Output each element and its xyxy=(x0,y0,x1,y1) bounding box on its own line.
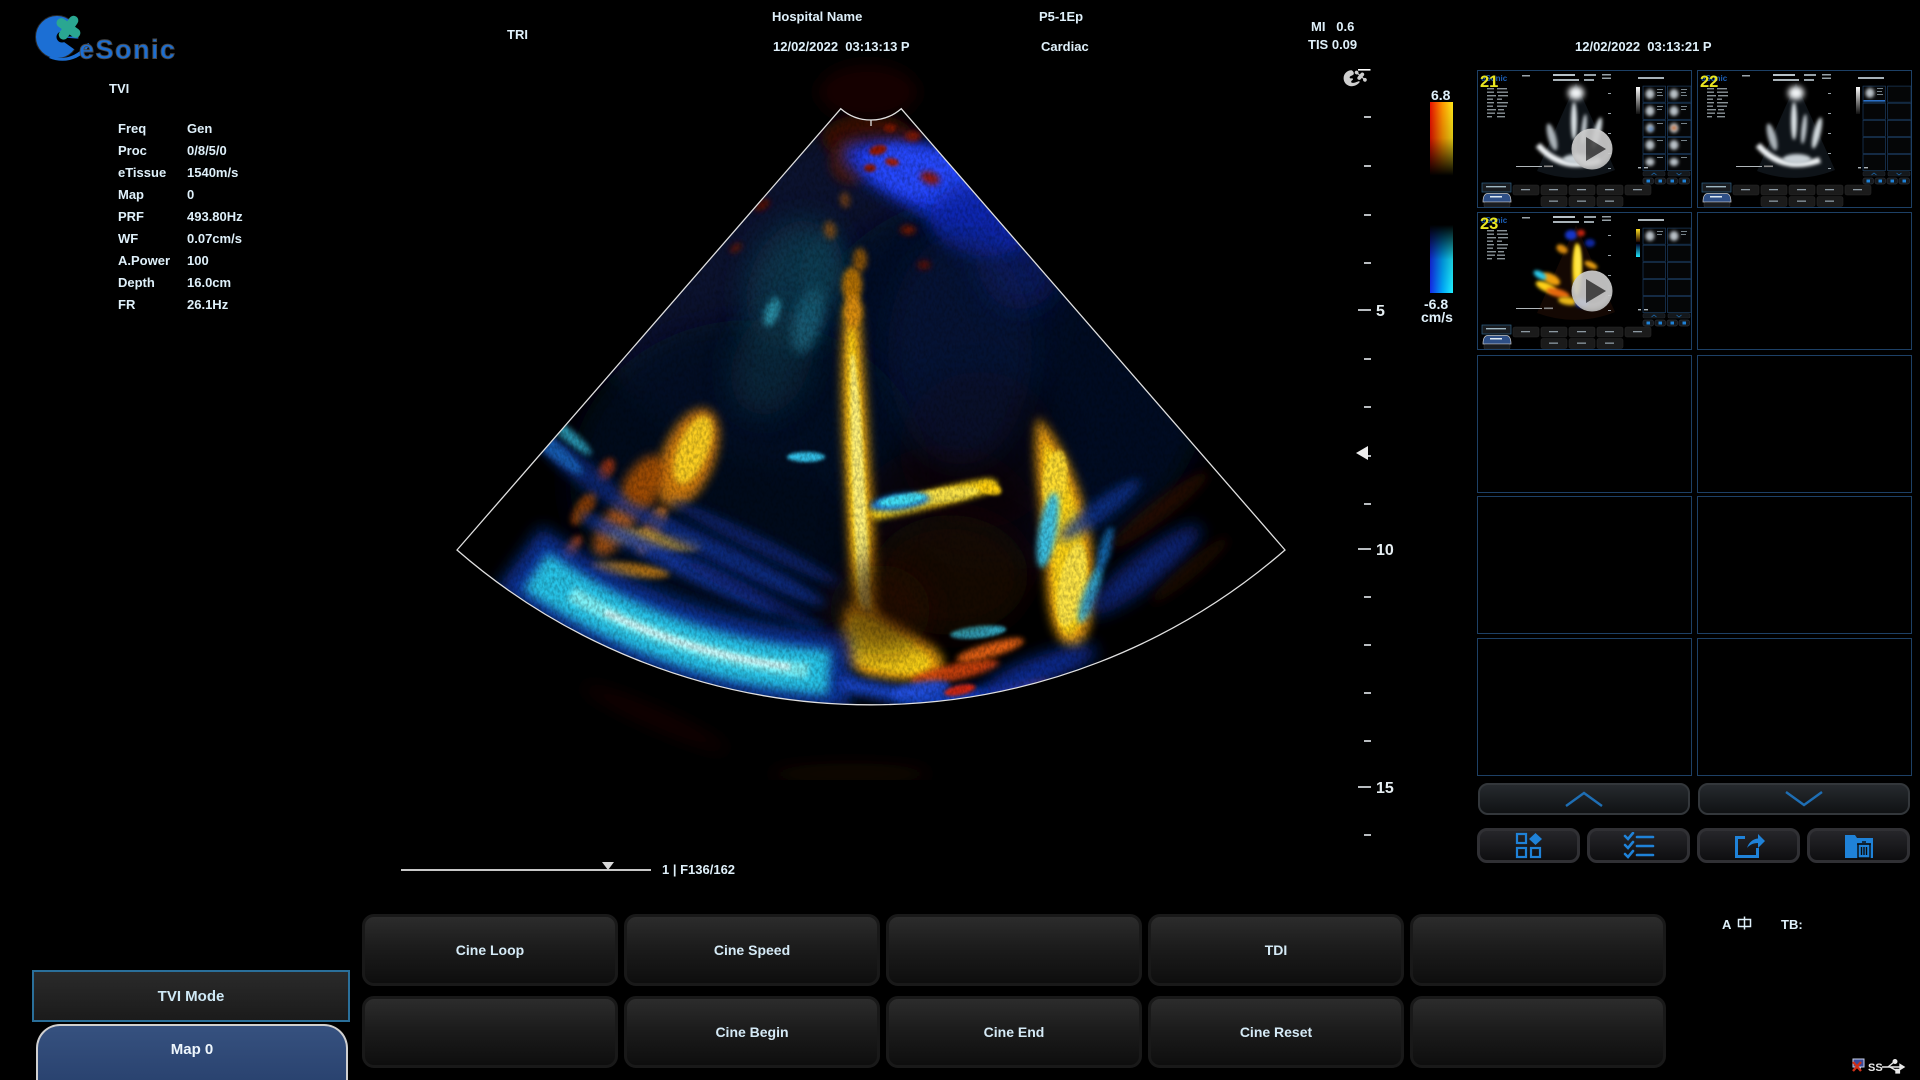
svg-text:10: 10 xyxy=(1376,542,1394,559)
svg-text:21: 21 xyxy=(1480,73,1498,91)
svg-text:SS: SS xyxy=(1868,1062,1883,1074)
svg-text:23: 23 xyxy=(1480,215,1498,233)
svg-text:15: 15 xyxy=(1376,780,1394,797)
svg-text:5: 5 xyxy=(1376,303,1385,320)
svg-text:eSonic: eSonic xyxy=(79,35,177,65)
svg-text:22: 22 xyxy=(1700,73,1718,91)
